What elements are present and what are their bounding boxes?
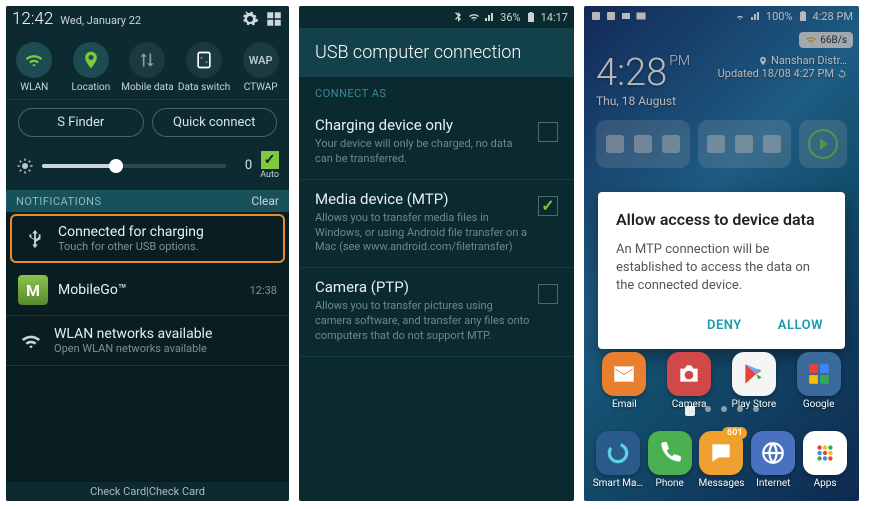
checkbox[interactable]: [538, 122, 558, 142]
status-time: 14:17: [541, 11, 568, 24]
brightness-slider[interactable]: [42, 164, 226, 168]
s-finder-button[interactable]: S Finder: [18, 108, 144, 137]
brightness-row: 0 Auto: [6, 145, 289, 190]
app-email[interactable]: Email: [595, 352, 653, 410]
tiles-icon[interactable]: [265, 10, 283, 28]
brightness-value: 0: [234, 158, 252, 173]
usb-icon: [22, 226, 48, 252]
battery-icon: [525, 11, 537, 23]
app-smart-ma-[interactable]: Smart Ma…: [592, 431, 644, 489]
app-play-store[interactable]: Play Store: [725, 352, 783, 410]
allow-button[interactable]: ALLOW: [774, 312, 827, 339]
screen-usb-settings: 36% 14:17 USB computer connection CONNEC…: [299, 6, 574, 501]
page-indicator[interactable]: [584, 406, 859, 416]
dialog-title: Allow access to device data: [616, 210, 827, 229]
toggle-location[interactable]: Location: [64, 42, 118, 93]
wifi-icon: [468, 11, 480, 23]
play-icon: [732, 352, 776, 396]
quick-toggles: WLANLocationMobile dataData switchWAPCTW…: [6, 32, 289, 100]
usb-option[interactable]: Camera (PTP)Allows you to transfer pictu…: [299, 268, 574, 357]
status-date: Wed, January 22: [60, 14, 141, 27]
app-messages[interactable]: 601Messages: [696, 431, 748, 489]
app-icon: M: [18, 275, 48, 305]
signal-icon: [484, 11, 496, 23]
toggle-data-switch[interactable]: Data switch: [177, 42, 231, 93]
clear-button[interactable]: Clear: [251, 194, 279, 208]
quick-connect-button[interactable]: Quick connect: [152, 108, 278, 137]
phone-icon: [648, 431, 692, 475]
badge: 601: [722, 427, 747, 439]
status-bar: 12:42 Wed, January 22: [6, 6, 289, 32]
app-apps[interactable]: Apps: [799, 431, 851, 489]
status-time: 12:42: [12, 9, 53, 29]
globe-icon: [751, 431, 795, 475]
settings-icon[interactable]: [241, 10, 259, 28]
mail-icon: [602, 352, 646, 396]
mtp-dialog: Allow access to device data An MTP conne…: [598, 192, 845, 349]
status-bar: 36% 14:17: [299, 6, 574, 28]
screen-notification-panel: 12:42 Wed, January 22 WLANLocationMobile…: [6, 6, 289, 501]
footer-text: Check Card|Check Card: [6, 482, 289, 501]
camera-icon: [667, 352, 711, 396]
checkbox[interactable]: [538, 196, 558, 216]
grid-icon: [803, 431, 847, 475]
section-header: CONNECT AS: [299, 77, 574, 106]
app-phone[interactable]: Phone: [644, 431, 696, 489]
quick-buttons-row: S Finder Quick connect: [6, 100, 289, 145]
app-camera[interactable]: Camera: [660, 352, 718, 410]
app-internet[interactable]: Internet: [747, 431, 799, 489]
brightness-icon: [16, 157, 34, 175]
deny-button[interactable]: DENY: [703, 312, 746, 339]
app-dock: Smart Ma…Phone601MessagesInternetApps: [584, 431, 859, 489]
wifi-icon: [18, 328, 44, 354]
msg-icon: 601: [699, 431, 743, 475]
app-google[interactable]: Google: [790, 352, 848, 410]
battery-percent: 36%: [500, 11, 520, 24]
toggle-wlan[interactable]: WLAN: [7, 42, 61, 93]
smart-icon: [596, 431, 640, 475]
checkbox[interactable]: [538, 284, 558, 304]
screen-home-dialog: 100% 4:28 PM 66B/s 4:28PM Thu, 18 August…: [584, 6, 859, 501]
app-row-1: EmailCameraPlay StoreGoogle: [584, 352, 859, 410]
page-title: USB computer connection: [299, 28, 574, 77]
usb-option[interactable]: Media device (MTP)Allows you to transfer…: [299, 180, 574, 269]
toggle-ctwap[interactable]: WAPCTWAP: [234, 42, 288, 93]
brightness-auto[interactable]: Auto: [260, 151, 279, 180]
google-icon: [797, 352, 841, 396]
notification-item[interactable]: WLAN networks availableOpen WLAN network…: [6, 316, 289, 366]
bluetooth-icon: [452, 11, 464, 23]
toggle-mobile-data[interactable]: Mobile data: [120, 42, 174, 93]
notifications-title: NOTIFICATIONS: [16, 195, 102, 208]
checkmark-icon: [261, 151, 279, 169]
dialog-body: An MTP connection will be established to…: [616, 241, 827, 296]
notification-item[interactable]: MMobileGo™12:38: [6, 265, 289, 316]
usb-option[interactable]: Charging device onlyYour device will onl…: [299, 106, 574, 180]
notification-item[interactable]: Connected for chargingTouch for other US…: [10, 214, 285, 263]
notifications-header: NOTIFICATIONS Clear: [6, 190, 289, 212]
